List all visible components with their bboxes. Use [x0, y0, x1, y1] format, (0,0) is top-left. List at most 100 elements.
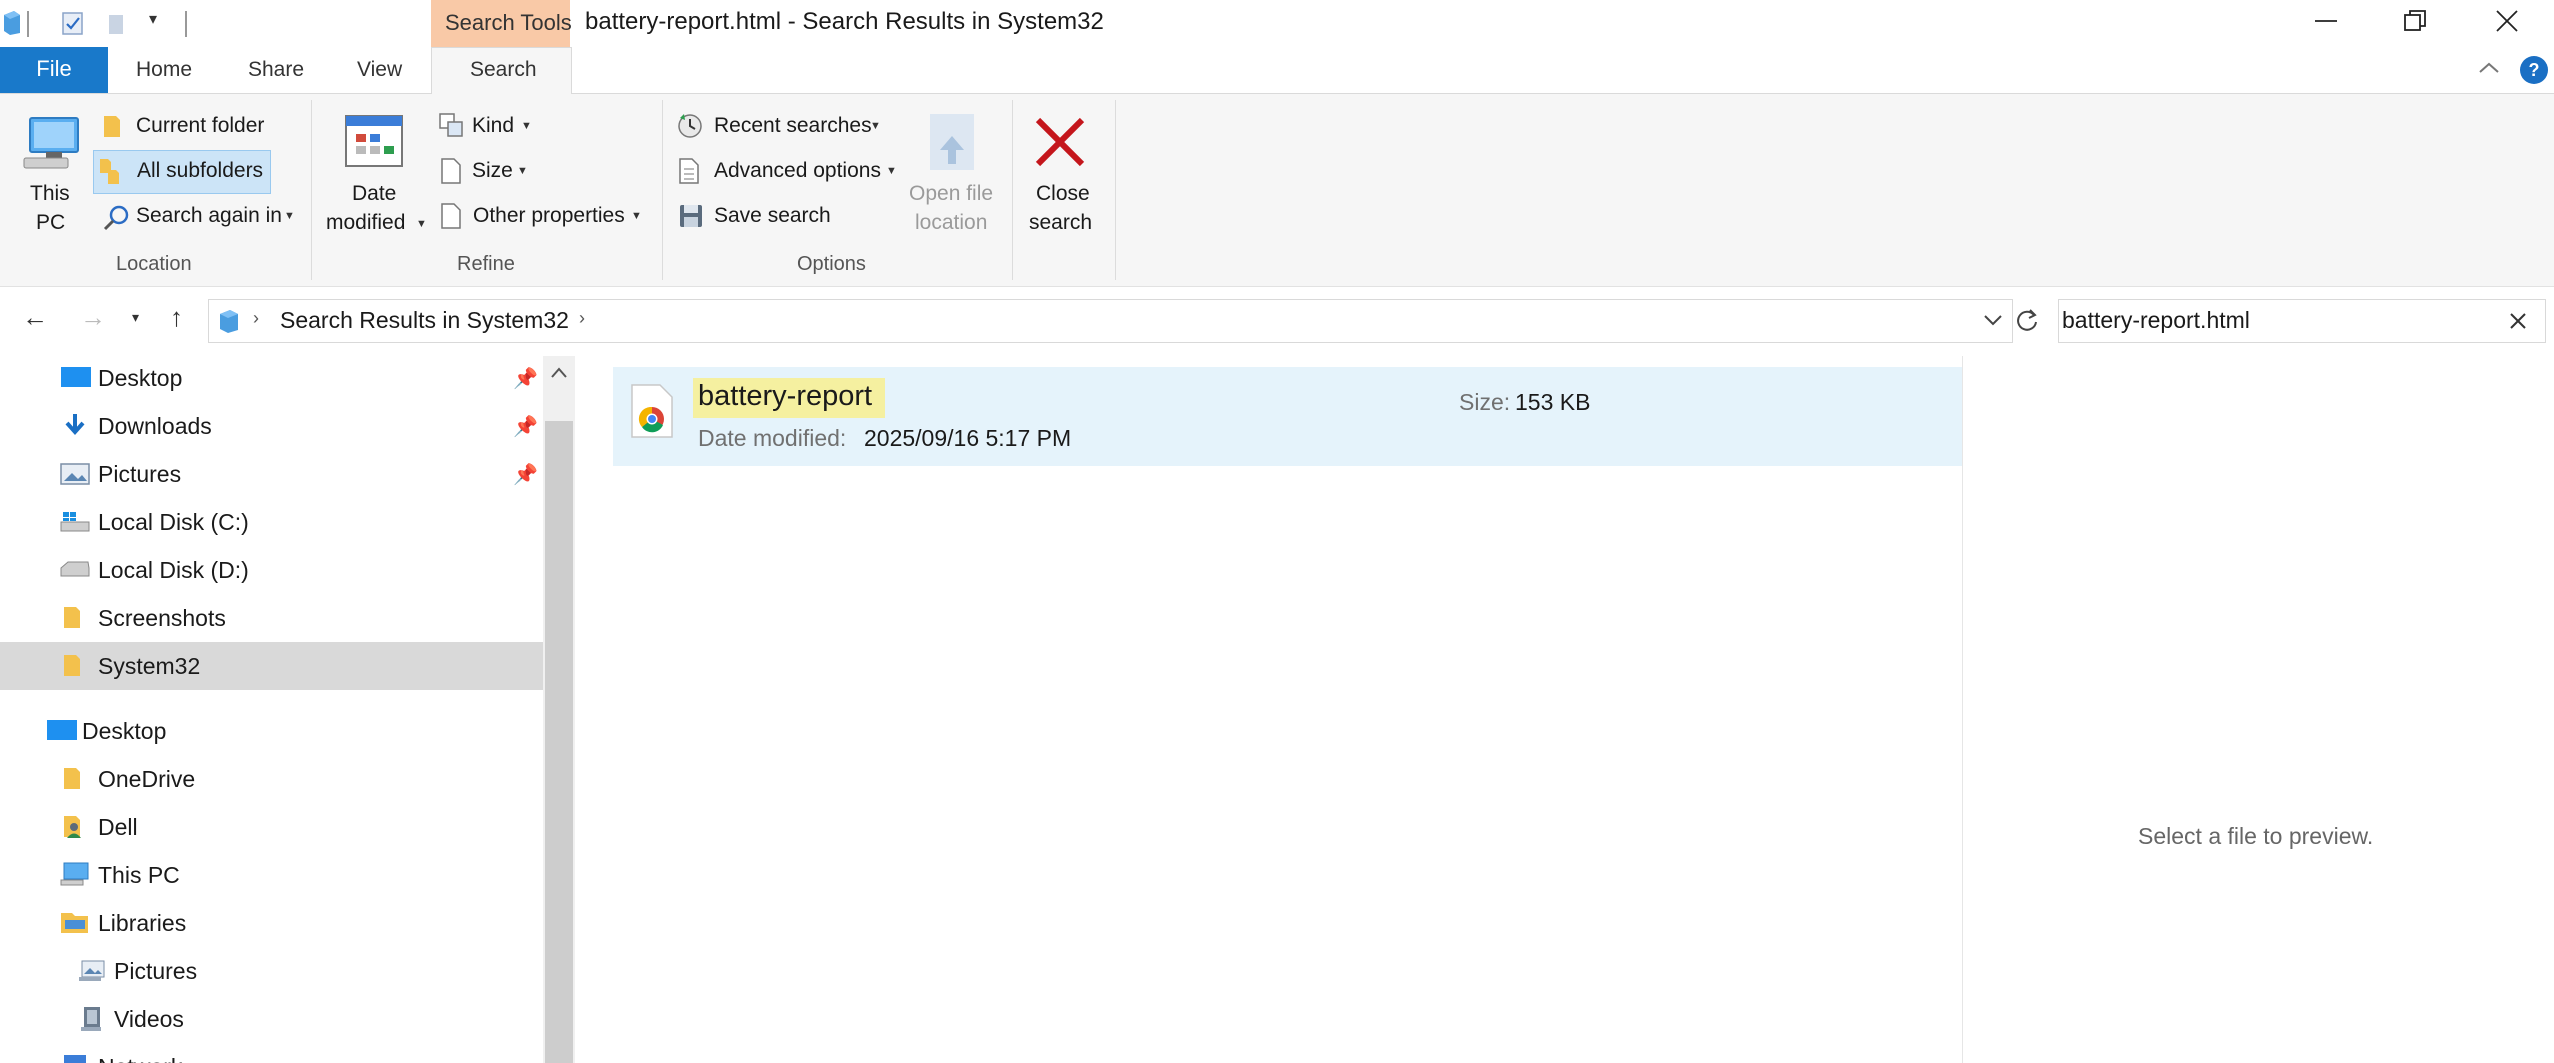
back-icon[interactable]: ← — [22, 302, 48, 333]
result-file-name: battery-report — [698, 380, 873, 412]
chevron-down-icon: ▼ — [870, 120, 881, 132]
address-dropdown-icon[interactable] — [1982, 312, 2004, 328]
nav-item-local-disk-d[interactable]: Local Disk (D:) — [0, 546, 543, 594]
pin-icon[interactable]: 📌 — [513, 366, 538, 391]
recent-searches-label: Recent searches — [714, 114, 872, 137]
current-folder-label: Current folder — [136, 114, 265, 137]
properties-qat-icon[interactable] — [60, 10, 86, 36]
close-window-icon[interactable] — [2494, 8, 2520, 34]
nav-item-desktop[interactable]: Desktop 📌 — [0, 354, 543, 402]
nav-item-library-videos[interactable]: Videos — [0, 995, 543, 1043]
close-search-icon — [1035, 117, 1085, 167]
up-icon[interactable]: ↑ — [170, 302, 183, 333]
save-search-button[interactable]: Save search — [674, 200, 874, 234]
tab-share[interactable]: Share — [248, 58, 304, 82]
nav-item-label: Desktop — [98, 365, 183, 391]
recent-searches-icon — [678, 114, 702, 138]
collapse-ribbon-icon[interactable] — [2478, 60, 2500, 76]
address-bar[interactable]: › Search Results in System32 › — [208, 299, 2013, 343]
this-pc-label-2: PC — [36, 211, 66, 234]
nav-item-library-pictures[interactable]: Pictures — [0, 947, 543, 995]
nav-item-desktop-root[interactable]: Desktop — [0, 707, 543, 755]
kind-button[interactable]: Kind ▼ — [436, 110, 536, 144]
other-properties-button[interactable]: Other properties ▼ — [436, 200, 646, 234]
nav-item-screenshots[interactable]: Screenshots — [0, 594, 543, 642]
kind-icon — [439, 113, 463, 137]
nav-item-label: Screenshots — [98, 605, 226, 631]
pin-icon[interactable]: 📌 — [513, 462, 538, 487]
all-subfolders-button[interactable]: All subfolders — [93, 150, 271, 194]
breadcrumb-separator-icon[interactable]: › — [579, 308, 585, 329]
svg-text:?: ? — [2529, 60, 2540, 80]
preview-divider — [1962, 356, 1963, 1063]
preview-message: Select a file to preview. — [2138, 823, 2374, 849]
close-search-button[interactable]: Close search — [1022, 108, 1100, 244]
calendar-icon — [345, 115, 403, 167]
nav-item-downloads[interactable]: Downloads 📌 — [0, 402, 543, 450]
close-search-label-1: Close — [1036, 182, 1090, 205]
size-button[interactable]: Size ▼ — [436, 155, 536, 189]
nav-item-libraries[interactable]: Libraries — [0, 899, 543, 947]
open-file-location-button: Open file location — [900, 108, 1004, 244]
scroll-up-icon[interactable] — [550, 366, 568, 380]
chevron-down-icon: ▼ — [631, 210, 642, 222]
date-modified-label-1: Date — [352, 182, 397, 205]
qat-separator — [185, 11, 187, 37]
this-pc-button[interactable]: This PC — [14, 108, 86, 244]
nav-item-network[interactable]: Network — [0, 1043, 543, 1063]
restore-icon[interactable] — [2402, 8, 2428, 34]
search-again-in-button[interactable]: Search again in ▼ — [98, 200, 298, 234]
customize-qat-icon[interactable]: ▾ — [149, 9, 157, 29]
recent-locations-icon[interactable]: ▾ — [132, 309, 139, 326]
tab-home[interactable]: Home — [136, 58, 192, 82]
size-label: Size — [472, 159, 513, 182]
current-folder-button[interactable]: Current folder — [98, 110, 278, 144]
nav-item-label: OneDrive — [98, 766, 196, 792]
chevron-down-icon: ▼ — [416, 218, 427, 230]
nav-scrollbar-thumb[interactable] — [545, 421, 573, 1063]
nav-item-onedrive[interactable]: OneDrive — [0, 755, 543, 803]
advanced-options-button[interactable]: Advanced options ▼ — [674, 155, 904, 189]
new-folder-qat-icon[interactable] — [106, 12, 128, 36]
folder-icon — [64, 607, 80, 628]
nav-item-dell[interactable]: Dell — [0, 803, 543, 851]
open-file-location-label-1: Open file — [909, 182, 994, 205]
tab-file[interactable]: File — [0, 47, 108, 93]
nav-item-system32[interactable]: System32 — [0, 642, 543, 690]
pictures-icon — [60, 463, 90, 485]
chevron-down-icon: ▼ — [886, 165, 897, 177]
folder-icon — [104, 116, 120, 137]
search-tools-label: Search Tools — [445, 10, 572, 35]
breadcrumb[interactable]: Search Results in System32 — [280, 307, 569, 334]
result-date-value: 2025/09/16 5:17 PM — [864, 425, 1072, 451]
recent-searches-button[interactable]: Recent searches ▼ — [674, 110, 904, 144]
qat-separator — [27, 11, 29, 37]
search-input[interactable]: battery-report.html — [2058, 299, 2546, 343]
save-search-label: Save search — [714, 204, 831, 227]
user-folder-icon — [64, 816, 81, 838]
window-title: battery-report.html - Search Results in … — [585, 8, 1104, 35]
tab-view[interactable]: View — [357, 58, 402, 82]
close-search-label-2: search — [1029, 211, 1093, 234]
chrome-html-file-icon — [631, 384, 673, 438]
other-properties-label: Other properties — [473, 204, 625, 227]
nav-item-this-pc[interactable]: This PC — [0, 851, 543, 899]
forward-icon[interactable]: → — [80, 302, 106, 333]
date-modified-button[interactable]: Date modified ▼ — [322, 108, 430, 244]
properties-icon — [441, 203, 461, 229]
minimize-icon[interactable] — [2313, 8, 2339, 34]
refresh-icon[interactable] — [2014, 307, 2040, 333]
nav-item-pictures[interactable]: Pictures 📌 — [0, 450, 543, 498]
breadcrumb-separator-icon[interactable]: › — [253, 308, 259, 329]
pin-icon[interactable]: 📌 — [513, 414, 538, 439]
options-group-label: Options — [797, 253, 866, 275]
clear-search-icon[interactable] — [2509, 312, 2527, 330]
nav-item-label: Network — [98, 1054, 182, 1063]
help-icon[interactable]: ? — [2519, 55, 2549, 85]
nav-item-label: Pictures — [98, 461, 182, 487]
tab-search[interactable]: Search — [431, 47, 572, 96]
download-icon — [65, 414, 85, 436]
tab-search-label: Search — [470, 58, 537, 81]
chevron-down-icon: ▼ — [284, 210, 295, 222]
nav-item-local-disk-c[interactable]: Local Disk (C:) — [0, 498, 543, 546]
